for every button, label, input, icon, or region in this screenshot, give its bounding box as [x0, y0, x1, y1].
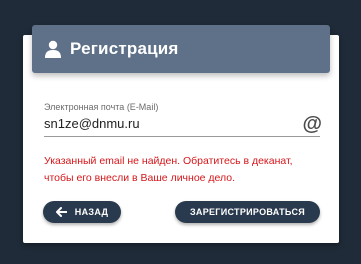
page-title: Регистрация [70, 39, 179, 58]
arrow-left-icon [55, 207, 67, 217]
register-button-label: ЗАРЕГИСТРИРОВАТЬСЯ [189, 207, 306, 217]
at-icon: @ [302, 113, 322, 135]
register-button[interactable]: ЗАРЕГИСТРИРОВАТЬСЯ [175, 201, 320, 223]
registration-card: Регистрация Электронная почта (E-Mail) @… [23, 25, 339, 243]
email-label: Электронная почта (E-Mail) [44, 102, 159, 112]
back-button-label: НАЗАД [74, 207, 109, 217]
card-header: Регистрация [32, 25, 330, 73]
error-message: Указанный email не найден. Обратитесь в … [44, 155, 293, 184]
email-field[interactable] [44, 114, 294, 134]
back-button[interactable]: НАЗАД [43, 201, 121, 223]
user-icon [45, 40, 61, 58]
email-field-container: @ [44, 113, 322, 137]
